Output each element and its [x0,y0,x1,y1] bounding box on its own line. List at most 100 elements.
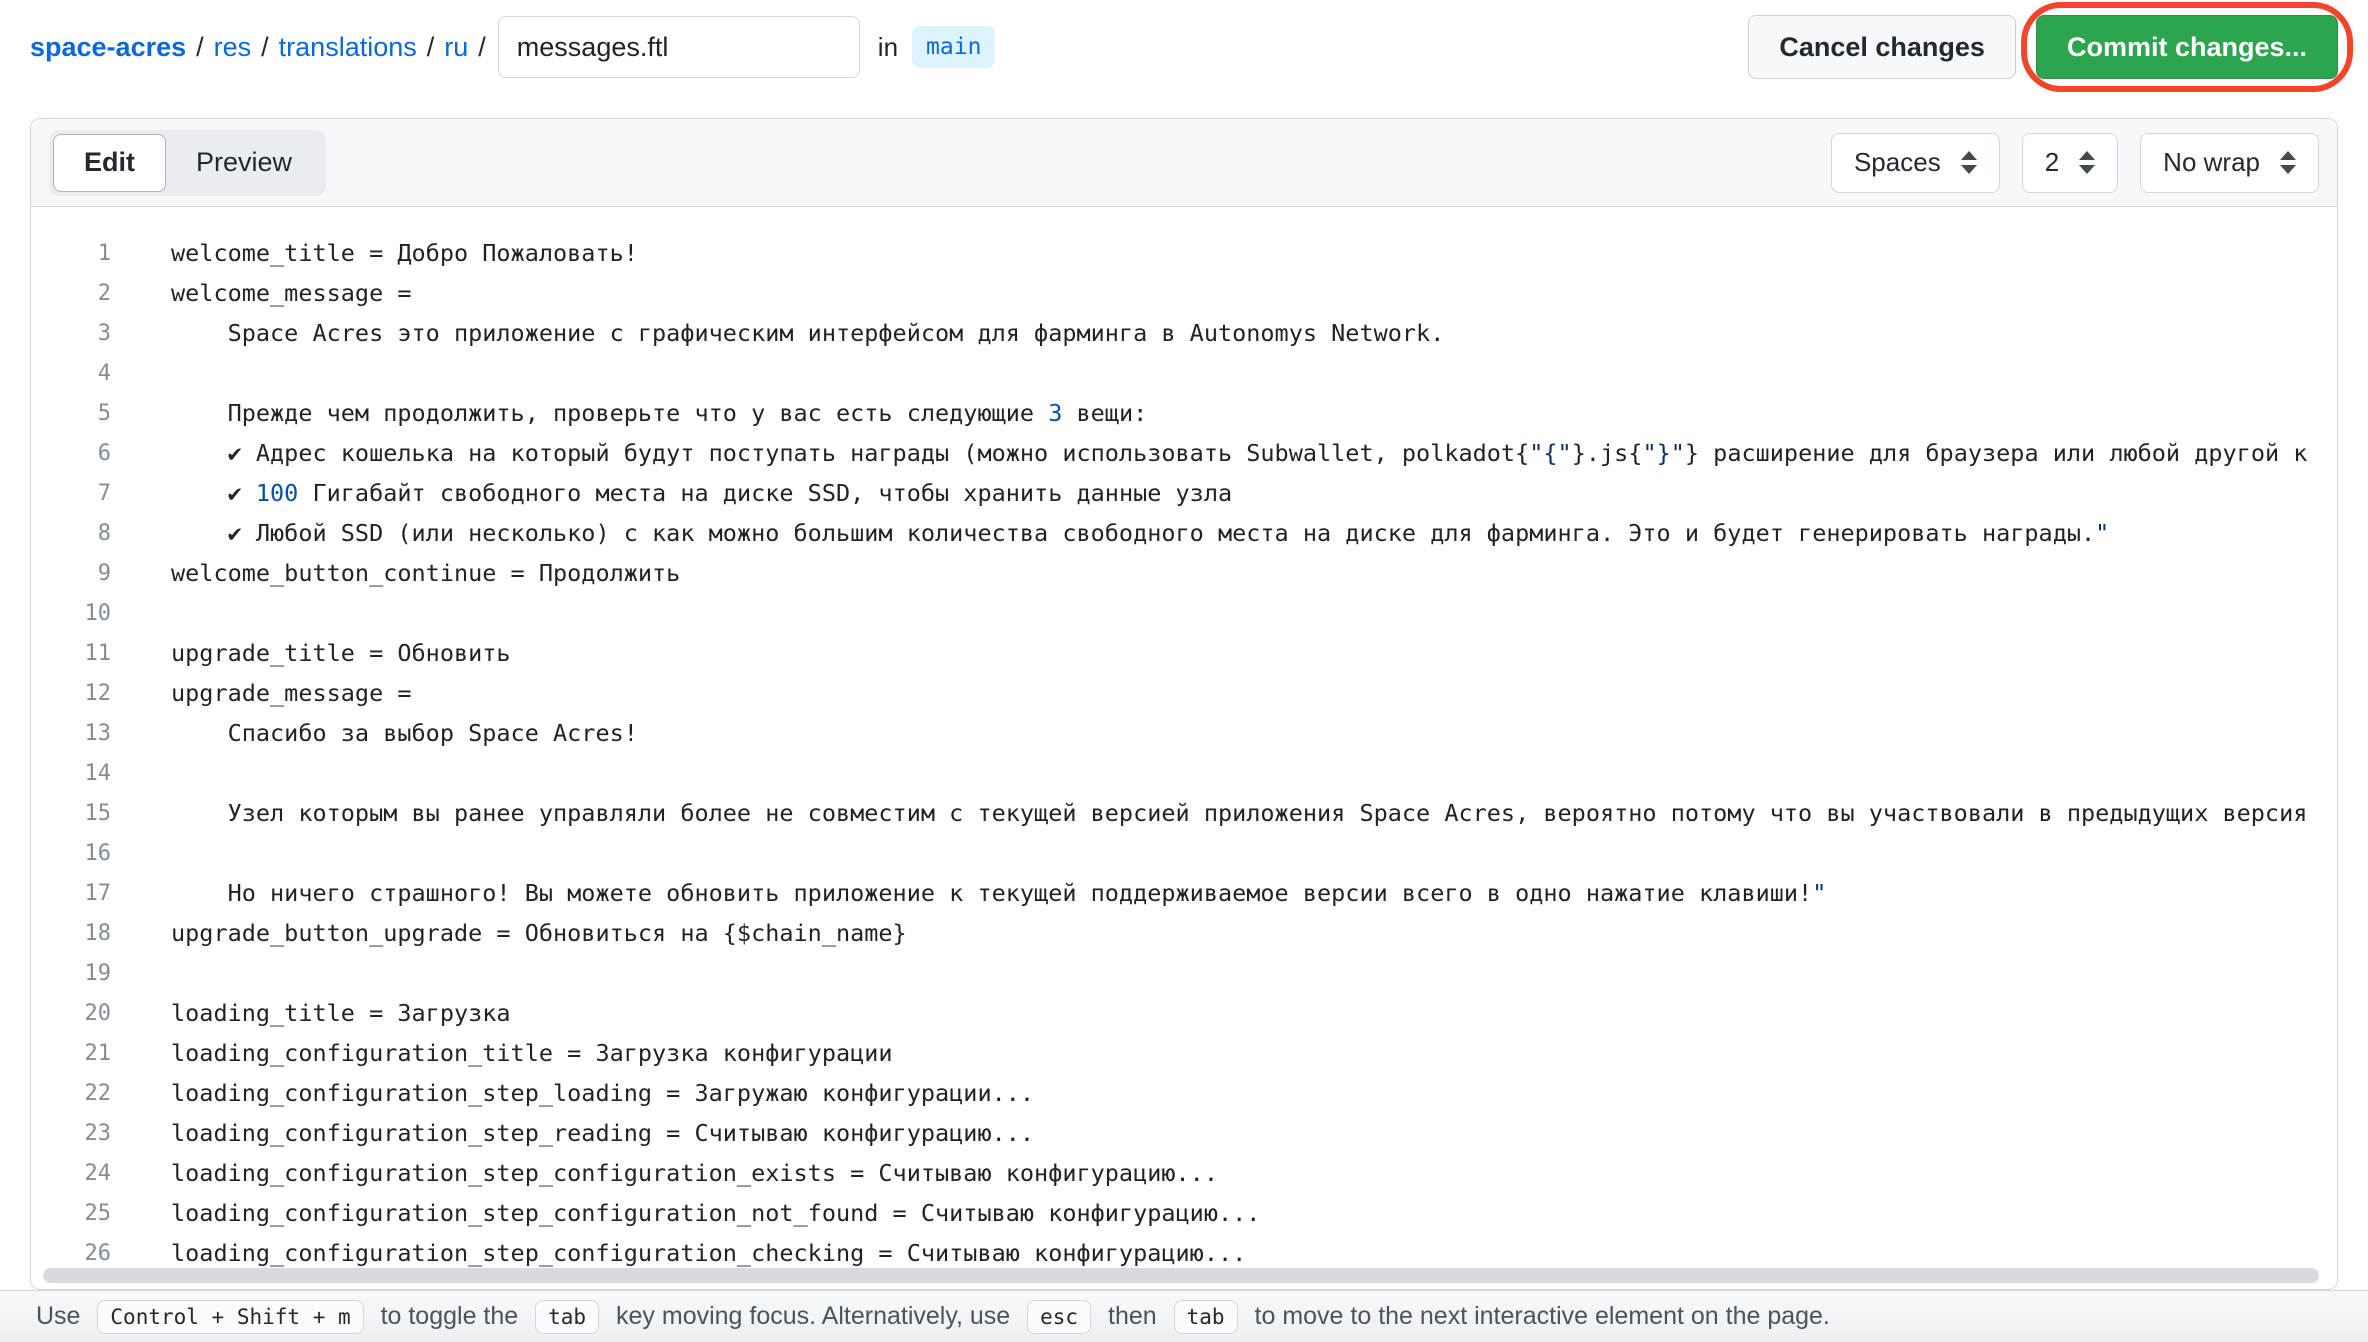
code-token: }.js{ [1572,439,1643,467]
line-content[interactable]: loading_configuration_step_configuration… [171,1159,1218,1187]
tab-edit[interactable]: Edit [53,134,166,192]
code-token: Но ничего страшного! Вы можете обновить … [171,879,1812,907]
line-content[interactable]: upgrade_title = Обновить [171,639,511,667]
wrap-mode-select[interactable]: No wrap [2140,133,2319,193]
code-token: вещи: [1062,399,1147,427]
code-editor[interactable]: 1 welcome_title = Добро Пожаловать! 2 welco… [31,207,2337,1289]
breadcrumb-link-ru[interactable]: ru [444,32,468,63]
line-content[interactable]: ✔ Адрес кошелька на который будут поступ… [171,439,2307,467]
kbd-tab: tab [535,1300,599,1334]
code-line: 17 Но ничего страшного! Вы можете обнови… [31,873,2337,913]
breadcrumb-link-translations[interactable]: translations [279,32,417,63]
code-line: 13 Спасибо за выбор Space Acres! [31,713,2337,753]
commit-changes-button[interactable]: Commit changes... [2036,15,2338,79]
code-line: 11 upgrade_title = Обновить [31,633,2337,673]
line-content[interactable]: welcome_button_continue = Продолжить [171,559,680,587]
code-token: welcome_button_continue = Продолжить [171,559,680,587]
line-content[interactable]: loading_configuration_step_loading = Заг… [171,1079,1034,1107]
breadcrumb-link-res[interactable]: res [214,32,252,63]
line-content[interactable]: ✔ 100 Гигабайт свободного места на диске… [171,479,1232,507]
filename-input[interactable] [498,16,860,78]
code-token: welcome_message = [171,279,412,307]
kbd-tab: tab [1174,1300,1238,1334]
header-actions: Cancel changes Commit changes... [1748,15,2338,79]
edit-preview-segmented-control: EditPreview [49,130,326,196]
horizontal-scrollbar[interactable] [43,1268,2319,1283]
code-token: loading_configuration_title = Загрузка к… [171,1039,893,1067]
code-line: 14 [31,753,2337,793]
code-token: Прежде чем продолжить, проверьте что у в… [171,399,1048,427]
code-line: 12 upgrade_message = [31,673,2337,713]
code-line: 26 loading_configuration_step_configurati… [31,1233,2337,1273]
line-content[interactable]: welcome_message = [171,279,412,307]
line-number: 1 [31,241,111,266]
line-content[interactable]: loading_configuration_step_reading = Счи… [171,1119,1034,1147]
line-content[interactable]: Прежде чем продолжить, проверьте что у в… [171,399,1147,427]
line-number: 21 [31,1041,111,1066]
wrap-mode-value: No wrap [2163,147,2260,178]
updown-arrows-icon [2280,151,2296,174]
code-token: " [1812,879,1826,907]
line-number: 13 [31,721,111,746]
editor-settings-selects: Spaces 2 No wrap [1831,133,2319,193]
code-line: 1 welcome_title = Добро Пожаловать! [31,233,2337,273]
line-content[interactable]: Но ничего страшного! Вы можете обновить … [171,879,1826,907]
line-number: 3 [31,321,111,346]
code-token: upgrade_button_upgrade = Обновиться на {… [171,919,907,947]
line-number: 26 [31,1241,111,1266]
indent-mode-select[interactable]: Spaces [1831,133,2000,193]
line-number: 6 [31,441,111,466]
code-token: loading_title = Загрузка [171,999,511,1027]
line-content[interactable]: welcome_title = Добро Пожаловать! [171,239,638,267]
code-editor-panel: EditPreview Spaces 2 No wrap 1 welcome_titl… [30,118,2338,1290]
code-line: 9welcome_button_continue = Продолжить [31,553,2337,593]
code-token: loading_configuration_step_configuration… [171,1239,1246,1267]
line-content[interactable]: Узел которым вы ранее управляли более не… [171,799,2307,827]
code-line: 20loading_title = Загрузка [31,993,2337,1033]
code-line: 7 ✔ 100 Гигабайт свободного места на дис… [31,473,2337,513]
code-line: 24loading_configuration_step_configurati… [31,1153,2337,1193]
code-token: } расширение для браузера или любой друг… [1685,439,2308,467]
line-content[interactable]: ✔ Любой SSD (или несколько) с как можно … [171,519,2109,547]
breadcrumb-separator: / [261,32,269,63]
tab-preview[interactable]: Preview [166,134,322,192]
line-number: 12 [31,681,111,706]
line-content[interactable]: loading_configuration_step_configuration… [171,1239,1246,1267]
code-line: 2 welcome_message = [31,273,2337,313]
line-content[interactable]: Space Acres это приложение с графическим… [171,319,1444,347]
line-number: 2 [31,281,111,306]
updown-arrows-icon [2079,151,2095,174]
line-number: 8 [31,521,111,546]
accessibility-hint-bar: Use Control + Shift + m to toggle the ta… [0,1290,2368,1342]
caret-up-icon [2280,151,2296,160]
caret-up-icon [2079,151,2095,160]
breadcrumb-segments: /res/translations/ru/ [186,32,496,63]
line-content[interactable]: loading_configuration_title = Загрузка к… [171,1039,893,1067]
line-content[interactable]: upgrade_message = [171,679,412,707]
caret-down-icon [1961,165,1977,174]
line-content[interactable]: Спасибо за выбор Space Acres! [171,719,638,747]
code-token: upgrade_title = Обновить [171,639,511,667]
code-line: 10 [31,593,2337,633]
footer-text: Use [36,1302,87,1331]
code-line: 22loading_configuration_step_loading = З… [31,1073,2337,1113]
line-number: 19 [31,961,111,986]
line-number: 16 [31,841,111,866]
commit-button-wrapper: Commit changes... [2036,15,2338,79]
line-content[interactable]: loading_title = Загрузка [171,999,511,1027]
code-lines: 1 welcome_title = Добро Пожаловать! 2 welco… [31,233,2337,1273]
code-token: loading_configuration_step_configuration… [171,1159,1218,1187]
indent-size-select[interactable]: 2 [2022,133,2118,193]
footer-text: to toggle the [374,1302,526,1331]
line-number: 18 [31,921,111,946]
indent-size-value: 2 [2045,147,2059,178]
breadcrumb-separator: / [196,32,204,63]
code-token: Узел которым вы ранее управляли более не… [171,799,2307,827]
line-content[interactable]: loading_configuration_step_configuration… [171,1199,1260,1227]
line-number: 11 [31,641,111,666]
breadcrumb-repo-link[interactable]: space-acres [30,32,186,63]
cancel-changes-button[interactable]: Cancel changes [1748,15,2016,79]
branch-badge[interactable]: main [912,26,995,68]
caret-down-icon [2079,165,2095,174]
line-content[interactable]: upgrade_button_upgrade = Обновиться на {… [171,919,907,947]
